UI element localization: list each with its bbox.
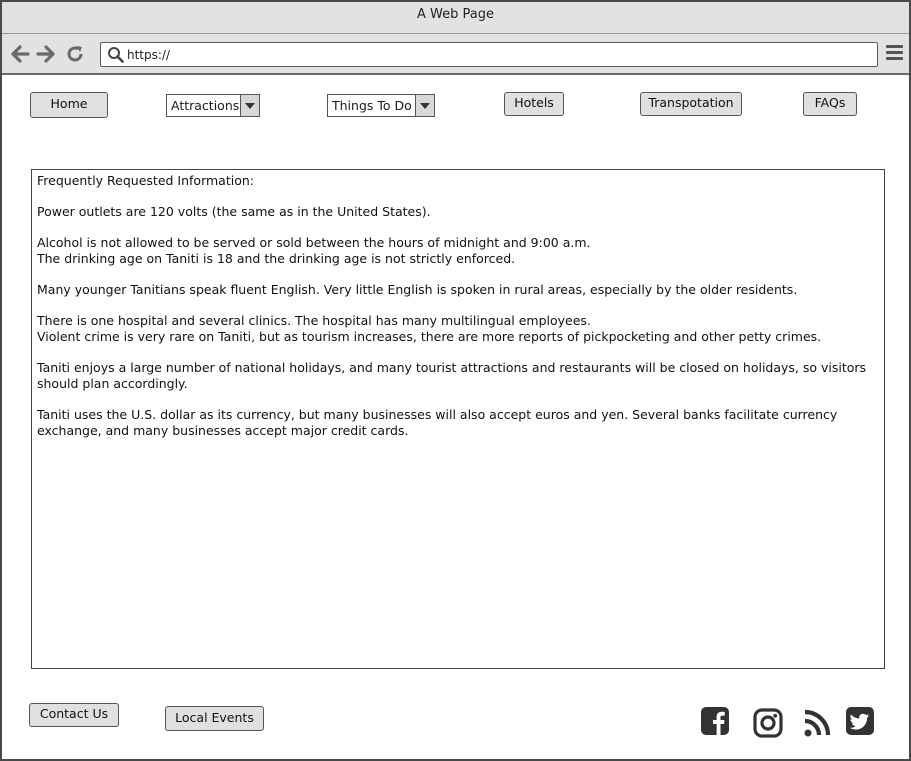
url-input[interactable]	[127, 45, 867, 64]
faqs-button[interactable]: FAQs	[803, 92, 857, 116]
faq-alcohol-hours: Alcohol is not allowed to be served or s…	[37, 235, 591, 250]
back-arrow-icon[interactable]	[10, 44, 30, 64]
local-events-button[interactable]: Local Events	[165, 706, 264, 731]
rss-icon[interactable]	[803, 707, 831, 739]
attractions-dropdown[interactable]: Attractions	[166, 94, 260, 117]
faq-heading: Frequently Requested Information:	[37, 173, 254, 188]
faq-safety: There is one hospital and several clinic…	[37, 313, 879, 345]
browser-toolbar	[2, 34, 909, 75]
contact-us-button[interactable]: Contact Us	[29, 703, 119, 727]
faq-alcohol: Alcohol is not allowed to be served or s…	[37, 235, 879, 267]
instagram-icon[interactable]	[753, 707, 783, 739]
window-title: A Web Page	[2, 2, 909, 34]
chevron-down-icon	[240, 95, 259, 116]
faq-holidays: Taniti enjoys a large number of national…	[37, 360, 867, 391]
things-to-do-dropdown[interactable]: Things To Do	[327, 94, 435, 117]
browser-window: A Web Page Home Attractions Things To Do…	[0, 0, 911, 761]
twitter-icon[interactable]	[845, 705, 875, 737]
faq-language: Many younger Tanitians speak fluent Engl…	[37, 282, 798, 297]
hamburger-menu-icon[interactable]	[886, 45, 903, 63]
forward-arrow-icon[interactable]	[36, 44, 56, 64]
faq-currency: Taniti uses the U.S. dollar as its curre…	[37, 407, 838, 438]
reload-icon[interactable]	[65, 44, 85, 64]
home-button[interactable]: Home	[30, 92, 108, 118]
faq-power-outlets: Power outlets are 120 volts (the same as…	[37, 204, 431, 219]
transportation-button[interactable]: Transpotation	[640, 92, 742, 116]
address-bar[interactable]	[100, 42, 878, 67]
attractions-label: Attractions	[171, 98, 240, 113]
facebook-icon[interactable]	[700, 705, 730, 737]
faq-crime: Violent crime is very rare on Taniti, bu…	[37, 329, 822, 344]
search-icon	[107, 46, 124, 63]
things-to-do-label: Things To Do	[332, 98, 412, 113]
faq-drinking-age: The drinking age on Taniti is 18 and the…	[37, 251, 516, 266]
chevron-down-icon	[415, 95, 434, 116]
hotels-button[interactable]: Hotels	[504, 92, 564, 116]
faq-content-panel: Frequently Requested Information: Power …	[31, 169, 885, 669]
faq-hospital: There is one hospital and several clinic…	[37, 313, 591, 328]
